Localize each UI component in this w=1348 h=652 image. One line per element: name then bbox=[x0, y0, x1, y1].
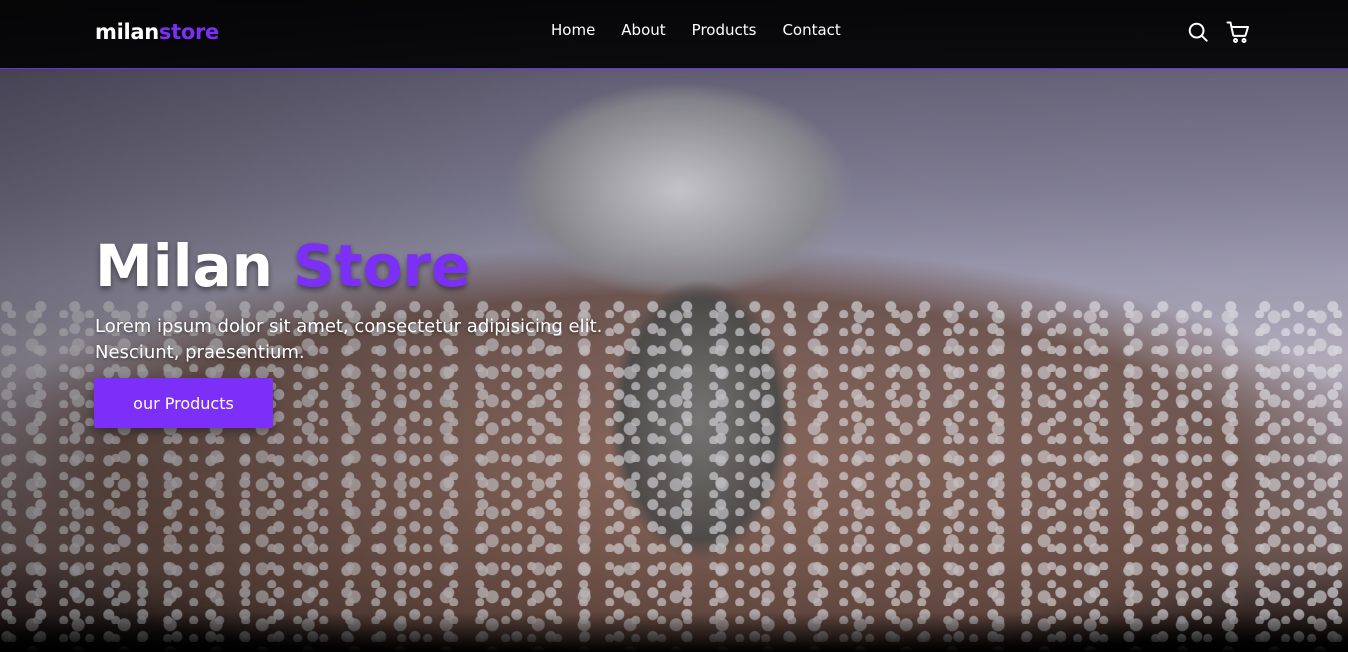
search-icon[interactable] bbox=[1186, 20, 1210, 44]
hero-title-accent: Store bbox=[293, 232, 471, 300]
nav-link-about[interactable]: About bbox=[621, 21, 665, 39]
our-products-button[interactable]: our Products bbox=[94, 378, 273, 428]
brand-logo-main: milan bbox=[95, 20, 159, 44]
nav-links: Home About Products Contact bbox=[551, 21, 841, 39]
nav-icons bbox=[1186, 20, 1250, 44]
cart-icon[interactable] bbox=[1226, 20, 1250, 44]
hero-subtitle: Lorem ipsum dolor sit amet, consectetur … bbox=[95, 316, 603, 363]
brand-logo-accent: store bbox=[158, 20, 219, 44]
navbar: milanstore Home About Products Contact bbox=[0, 0, 1348, 69]
nav-link-home[interactable]: Home bbox=[551, 21, 595, 39]
hero-title: Milan Store bbox=[95, 228, 470, 304]
hero-section: milanstore Home About Products Contact M… bbox=[0, 0, 1348, 652]
hero-bottom-fade bbox=[0, 612, 1348, 652]
nav-link-products[interactable]: Products bbox=[692, 21, 757, 39]
hero-title-main: Milan bbox=[95, 232, 294, 300]
nav-link-contact[interactable]: Contact bbox=[782, 21, 840, 39]
brand-logo[interactable]: milanstore bbox=[95, 20, 219, 44]
